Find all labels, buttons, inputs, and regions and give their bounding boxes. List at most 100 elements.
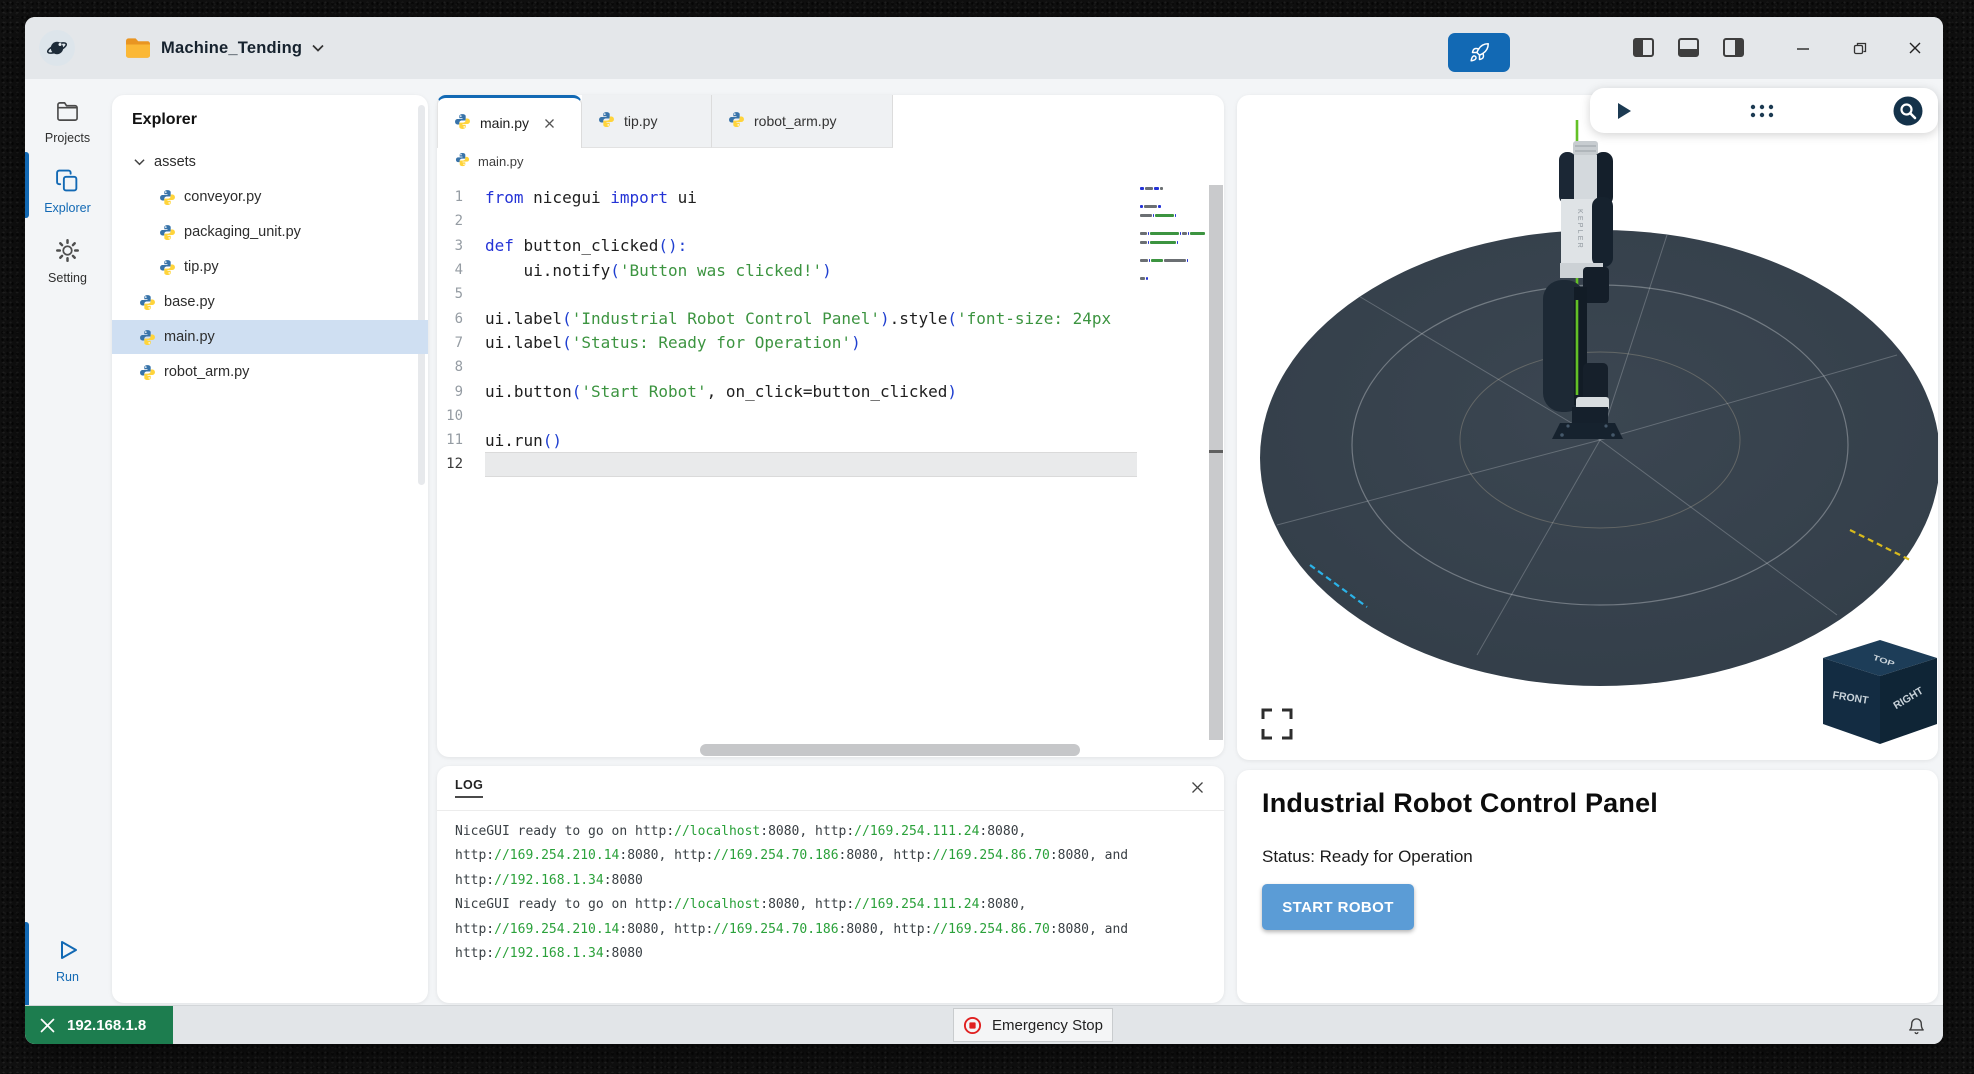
line-number: 1 [437, 189, 485, 205]
toggle-right-panel-icon[interactable] [1723, 38, 1744, 57]
code-line-5[interactable]: 5 [437, 282, 1137, 306]
log-panel: LOG NiceGUI ready to go on http://localh… [437, 766, 1224, 1003]
code-text: ui.button('Start Robot', on_click=button… [485, 379, 1137, 403]
robot-3d-scene[interactable]: KEPLER [1237, 95, 1938, 760]
emergency-stop-button[interactable]: Emergency Stop [953, 1008, 1113, 1042]
project-name: Machine_Tending [161, 39, 302, 58]
minimap[interactable] [1140, 187, 1206, 295]
tab-main-py[interactable]: main.py [437, 95, 582, 148]
sidebar-item-projects[interactable]: Projects [25, 100, 110, 145]
code-text [485, 355, 1137, 379]
tab-close-icon[interactable] [544, 118, 555, 129]
code-text: def button_clicked(): [485, 234, 1137, 258]
log-close-button[interactable] [1186, 776, 1208, 798]
panel-layout-toggles [1633, 38, 1744, 57]
code-line-4[interactable]: 4 ui.notify('Button was clicked!') [437, 258, 1137, 282]
python-file-icon [728, 111, 745, 131]
robot-control-panel: Industrial Robot Control Panel Status: R… [1237, 770, 1938, 1003]
code-line-8[interactable]: 8 [437, 355, 1137, 379]
editor-tabbar: main.py tip.py robot_arm.py [437, 95, 1224, 148]
notifications-bell-icon[interactable] [1903, 1013, 1929, 1039]
tree-label: robot_arm.py [164, 364, 249, 380]
code-line-3[interactable]: 3def button_clicked(): [437, 234, 1137, 258]
app-logo-icon[interactable] [39, 30, 75, 66]
code-line-11[interactable]: 11ui.run() [437, 428, 1137, 452]
scroll-mark [1209, 450, 1223, 453]
log-tab-label[interactable]: LOG [455, 778, 483, 798]
code-line-1[interactable]: 1from nicegui import ui [437, 185, 1137, 209]
tree-file-tip[interactable]: tip.py [112, 250, 428, 284]
gear-icon [55, 238, 80, 263]
editor-panel: main.py tip.py robot_arm.py main.py [437, 95, 1224, 757]
search-icon[interactable] [1892, 95, 1924, 127]
explorer-pages-icon [55, 168, 80, 193]
code-line-10[interactable]: 10 [437, 404, 1137, 428]
tree-folder-assets[interactable]: assets [112, 145, 428, 179]
close-button[interactable] [1902, 35, 1928, 61]
code-text [485, 452, 1137, 476]
start-robot-button[interactable]: START ROBOT [1262, 884, 1414, 930]
tab-label: tip.py [624, 113, 657, 129]
line-number: 8 [437, 359, 485, 375]
dots-grid-icon[interactable] [1749, 103, 1775, 119]
vertical-scrollbar[interactable] [1209, 185, 1223, 740]
line-number: 4 [437, 262, 485, 278]
tree-file-robot-arm[interactable]: robot_arm.py [112, 355, 428, 389]
toggle-bottom-panel-icon[interactable] [1678, 38, 1699, 57]
restore-button[interactable] [1846, 35, 1872, 61]
line-number: 11 [437, 432, 485, 448]
tree-file-main-selected[interactable]: main.py [112, 320, 428, 354]
statusbar: 192.168.1.8 Emergency Stop [25, 1005, 1943, 1044]
rocket-icon [1469, 42, 1490, 63]
viewer-3d-panel[interactable]: KEPLER [1237, 95, 1938, 760]
viewer-toolbar [1590, 88, 1938, 133]
run-play-icon [56, 938, 80, 962]
code-line-7[interactable]: 7ui.label('Status: Ready for Operation') [437, 331, 1137, 355]
tab-robot-arm-py[interactable]: robot_arm.py [712, 95, 893, 148]
view-cube[interactable]: TOP FRONT RIGHT [1823, 640, 1937, 744]
tree-label: tip.py [184, 259, 219, 275]
breadcrumb[interactable]: main.py [455, 152, 524, 170]
python-file-icon [138, 364, 156, 381]
breadcrumb-filename: main.py [478, 154, 524, 169]
sidebar-label-explorer: Explorer [25, 201, 110, 215]
line-number: 10 [437, 408, 485, 424]
window-controls [1790, 17, 1928, 79]
code-text: from nicegui import ui [485, 185, 1137, 209]
minimize-button[interactable] [1790, 35, 1816, 61]
titlebar: Machine_Tending [25, 17, 1943, 79]
code-line-12[interactable]: 12 [437, 452, 1137, 476]
connection-status[interactable]: 192.168.1.8 [25, 1006, 173, 1044]
python-file-icon [138, 294, 156, 311]
play-icon[interactable] [1616, 102, 1632, 120]
toggle-left-panel-icon[interactable] [1633, 38, 1654, 57]
deploy-run-button[interactable] [1448, 33, 1510, 72]
tree-file-packaging-unit[interactable]: packaging_unit.py [112, 215, 428, 249]
log-divider [437, 810, 1224, 811]
desktop-background: Machine_Tending [0, 0, 1974, 1074]
folder-icon [125, 37, 151, 59]
code-editor[interactable]: 1from nicegui import ui23def button_clic… [437, 185, 1137, 477]
sidebar-item-run[interactable]: Run [25, 938, 110, 984]
tree-file-conveyor[interactable]: conveyor.py [112, 180, 428, 214]
planet-icon [45, 36, 69, 60]
log-line: http://169.254.210.14:8080, http://169.2… [455, 918, 1210, 942]
log-output[interactable]: NiceGUI ready to go on http://localhost:… [455, 820, 1210, 966]
horizontal-scrollbar-thumb[interactable] [700, 744, 1080, 756]
tree-label: packaging_unit.py [184, 224, 301, 240]
tree-file-base[interactable]: base.py [112, 285, 428, 319]
code-text: ui.notify('Button was clicked!') [485, 258, 1137, 282]
code-line-2[interactable]: 2 [437, 209, 1137, 233]
project-selector[interactable]: Machine_Tending [125, 17, 324, 79]
sidebar-item-setting[interactable]: Setting [25, 238, 110, 285]
sidebar-item-explorer[interactable]: Explorer [25, 168, 110, 215]
tab-label: robot_arm.py [754, 113, 836, 129]
chevron-down-icon [312, 44, 324, 52]
code-line-9[interactable]: 9ui.button('Start Robot', on_click=butto… [437, 379, 1137, 403]
tab-tip-py[interactable]: tip.py [582, 95, 712, 148]
fullscreen-icon[interactable] [1263, 710, 1291, 738]
code-text [485, 209, 1137, 233]
tab-label: main.py [480, 115, 529, 131]
python-file-icon [455, 152, 470, 170]
code-line-6[interactable]: 6ui.label('Industrial Robot Control Pane… [437, 306, 1137, 330]
